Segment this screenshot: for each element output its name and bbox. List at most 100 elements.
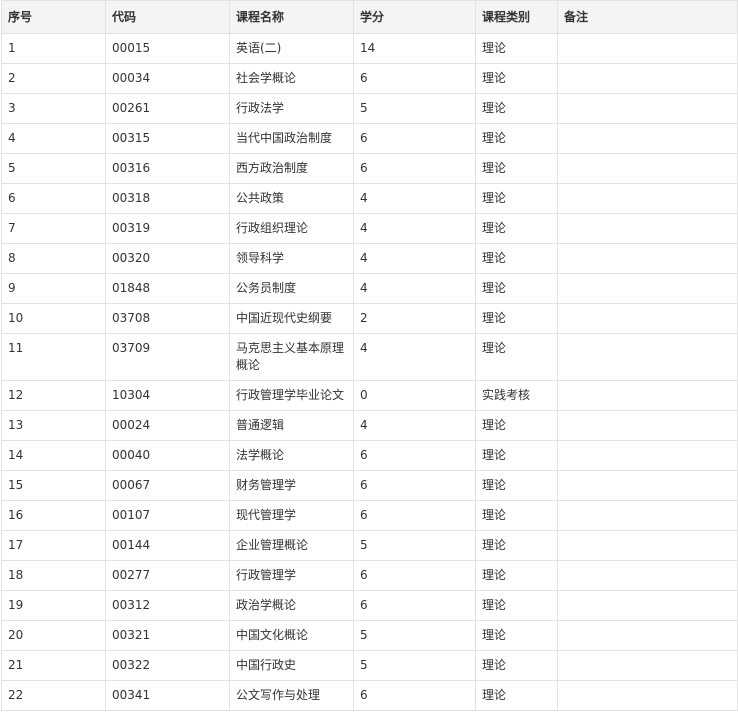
cell-course-type: 理论 xyxy=(475,680,558,711)
header-remarks: 备注 xyxy=(557,0,738,34)
table-row: 4 00315 当代中国政治制度 6 理论 xyxy=(1,123,738,154)
cell-code: 03709 xyxy=(105,333,230,381)
header-course-name: 课程名称 xyxy=(229,0,354,34)
cell-course-name: 当代中国政治制度 xyxy=(229,123,354,154)
header-credits: 学分 xyxy=(353,0,476,34)
cell-remarks xyxy=(557,620,738,651)
cell-remarks xyxy=(557,333,738,381)
cell-credits: 6 xyxy=(353,500,476,531)
cell-course-type: 理论 xyxy=(475,303,558,334)
cell-index: 10 xyxy=(1,303,106,334)
table-row: 13 00024 普通逻辑 4 理论 xyxy=(1,410,738,441)
cell-course-name: 社会学概论 xyxy=(229,63,354,94)
cell-remarks xyxy=(557,410,738,441)
cell-credits: 14 xyxy=(353,33,476,64)
table-row: 5 00316 西方政治制度 6 理论 xyxy=(1,153,738,184)
cell-index: 22 xyxy=(1,680,106,711)
cell-credits: 0 xyxy=(353,380,476,411)
cell-code: 00040 xyxy=(105,440,230,471)
cell-code: 00318 xyxy=(105,183,230,214)
cell-course-name: 马克思主义基本原理概论 xyxy=(229,333,354,381)
cell-course-name: 行政法学 xyxy=(229,93,354,124)
cell-course-name: 法学概论 xyxy=(229,440,354,471)
cell-course-type: 理论 xyxy=(475,620,558,651)
table-row: 18 00277 行政管理学 6 理论 xyxy=(1,560,738,591)
cell-course-type: 理论 xyxy=(475,440,558,471)
table-row: 3 00261 行政法学 5 理论 xyxy=(1,93,738,124)
cell-course-name: 政治学概论 xyxy=(229,590,354,621)
cell-course-type: 理论 xyxy=(475,560,558,591)
cell-code: 00034 xyxy=(105,63,230,94)
cell-code: 00322 xyxy=(105,650,230,681)
cell-remarks xyxy=(557,380,738,411)
table-header-row: 序号 代码 课程名称 学分 课程类别 备注 xyxy=(1,0,738,34)
cell-credits: 6 xyxy=(353,440,476,471)
cell-course-name: 现代管理学 xyxy=(229,500,354,531)
cell-course-type: 理论 xyxy=(475,123,558,154)
cell-credits: 4 xyxy=(353,410,476,441)
cell-credits: 6 xyxy=(353,63,476,94)
cell-remarks xyxy=(557,303,738,334)
cell-credits: 6 xyxy=(353,123,476,154)
cell-index: 7 xyxy=(1,213,106,244)
cell-credits: 4 xyxy=(353,333,476,381)
cell-course-type: 理论 xyxy=(475,33,558,64)
cell-credits: 5 xyxy=(353,530,476,561)
cell-credits: 4 xyxy=(353,243,476,274)
cell-course-type: 理论 xyxy=(475,153,558,184)
cell-code: 00312 xyxy=(105,590,230,621)
cell-course-name: 行政管理学 xyxy=(229,560,354,591)
cell-course-type: 理论 xyxy=(475,410,558,441)
cell-index: 17 xyxy=(1,530,106,561)
cell-course-name: 财务管理学 xyxy=(229,470,354,501)
table-row: 6 00318 公共政策 4 理论 xyxy=(1,183,738,214)
cell-index: 11 xyxy=(1,333,106,381)
cell-credits: 4 xyxy=(353,213,476,244)
cell-code: 00316 xyxy=(105,153,230,184)
cell-remarks xyxy=(557,560,738,591)
cell-index: 16 xyxy=(1,500,106,531)
cell-course-type: 理论 xyxy=(475,500,558,531)
cell-index: 15 xyxy=(1,470,106,501)
cell-credits: 2 xyxy=(353,303,476,334)
table-row: 14 00040 法学概论 6 理论 xyxy=(1,440,738,471)
cell-code: 00067 xyxy=(105,470,230,501)
cell-remarks xyxy=(557,440,738,471)
table-row: 2 00034 社会学概论 6 理论 xyxy=(1,63,738,94)
cell-course-type: 理论 xyxy=(475,333,558,381)
cell-remarks xyxy=(557,273,738,304)
cell-remarks xyxy=(557,500,738,531)
table-row: 1 00015 英语(二) 14 理论 xyxy=(1,33,738,64)
cell-course-name: 领导科学 xyxy=(229,243,354,274)
cell-code: 00024 xyxy=(105,410,230,441)
cell-course-type: 理论 xyxy=(475,273,558,304)
cell-remarks xyxy=(557,93,738,124)
cell-code: 00341 xyxy=(105,680,230,711)
cell-index: 18 xyxy=(1,560,106,591)
course-table: 序号 代码 课程名称 学分 课程类别 备注 1 00015 英语(二) 14 理论 2 00… xyxy=(1,0,738,711)
table-body: 1 00015 英语(二) 14 理论 2 00034 社会学概论 6 理论 3 00261 行政法学 5… xyxy=(1,33,738,711)
cell-course-type: 理论 xyxy=(475,590,558,621)
cell-remarks xyxy=(557,530,738,561)
cell-course-type: 理论 xyxy=(475,243,558,274)
cell-course-type: 理论 xyxy=(475,650,558,681)
cell-remarks xyxy=(557,33,738,64)
cell-credits: 4 xyxy=(353,273,476,304)
cell-remarks xyxy=(557,213,738,244)
cell-course-name: 中国文化概论 xyxy=(229,620,354,651)
cell-index: 9 xyxy=(1,273,106,304)
cell-code: 00144 xyxy=(105,530,230,561)
cell-course-type: 实践考核 xyxy=(475,380,558,411)
cell-course-type: 理论 xyxy=(475,63,558,94)
cell-code: 00320 xyxy=(105,243,230,274)
table-row: 19 00312 政治学概论 6 理论 xyxy=(1,590,738,621)
cell-code: 00319 xyxy=(105,213,230,244)
table-row: 15 00067 财务管理学 6 理论 xyxy=(1,470,738,501)
cell-code: 00315 xyxy=(105,123,230,154)
table-row: 8 00320 领导科学 4 理论 xyxy=(1,243,738,274)
cell-remarks xyxy=(557,590,738,621)
table-row: 7 00319 行政组织理论 4 理论 xyxy=(1,213,738,244)
cell-course-name: 行政管理学毕业论文 xyxy=(229,380,354,411)
cell-remarks xyxy=(557,243,738,274)
header-code: 代码 xyxy=(105,0,230,34)
